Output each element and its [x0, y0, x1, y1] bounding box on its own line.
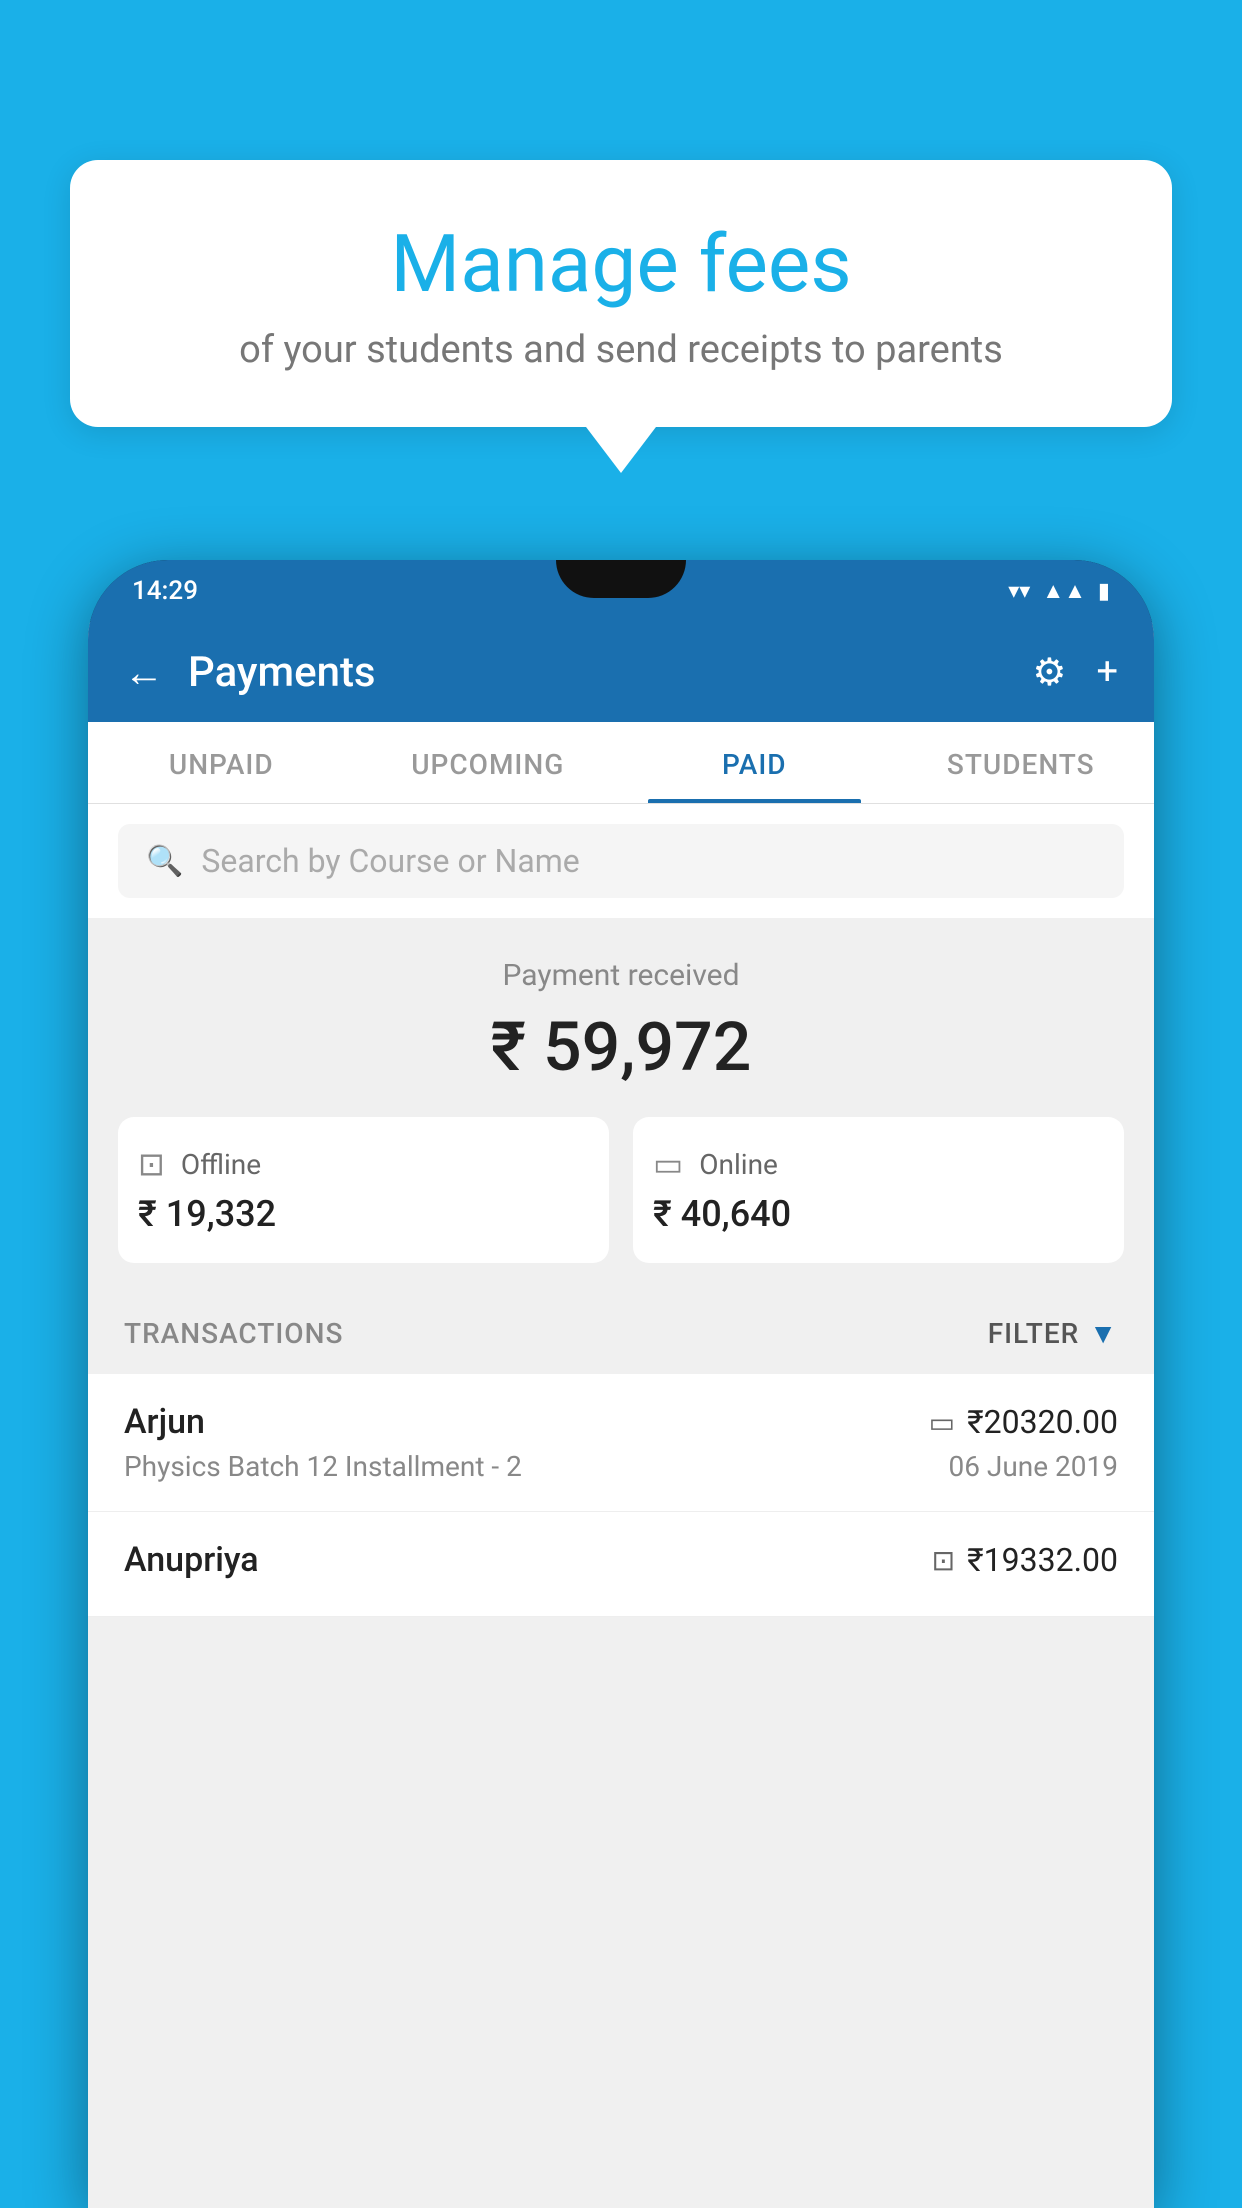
speech-bubble: Manage fees of your students and send re…	[70, 160, 1172, 427]
transaction-item[interactable]: Arjun ▭ ₹20320.00 Physics Batch 12 Insta…	[88, 1374, 1154, 1512]
add-icon[interactable]: +	[1096, 650, 1118, 694]
offline-card: ⊡ Offline ₹ 19,332	[118, 1117, 609, 1263]
offline-icon: ⊡	[138, 1145, 165, 1183]
app-bar: ← Payments ⚙ +	[88, 622, 1154, 722]
cash-payment-icon: ⊡	[932, 1544, 955, 1577]
offline-label: Offline	[181, 1148, 261, 1181]
transaction-item[interactable]: Anupriya ⊡ ₹19332.00	[88, 1512, 1154, 1617]
bubble-title: Manage fees	[120, 220, 1122, 308]
transaction-amount-value: ₹19332.00	[967, 1541, 1118, 1579]
content-area: 🔍 Search by Course or Name Payment recei…	[88, 804, 1154, 2208]
payment-cards: ⊡ Offline ₹ 19,332 ▭ Online ₹ 40,640	[118, 1117, 1124, 1263]
transactions-header: TRANSACTIONS FILTER ▼	[88, 1293, 1154, 1374]
offline-card-header: ⊡ Offline	[138, 1145, 589, 1183]
transaction-list: Arjun ▭ ₹20320.00 Physics Batch 12 Insta…	[88, 1374, 1154, 1617]
transaction-amount: ⊡ ₹19332.00	[932, 1541, 1118, 1579]
signal-icon: ▲▲	[1042, 578, 1086, 604]
filter-icon: ▼	[1089, 1317, 1118, 1350]
tab-bar: UNPAID UPCOMING PAID STUDENTS	[88, 722, 1154, 804]
filter-button[interactable]: FILTER ▼	[988, 1317, 1118, 1350]
search-bar-container: 🔍 Search by Course or Name	[88, 804, 1154, 918]
offline-amount: ₹ 19,332	[138, 1193, 589, 1235]
transaction-name: Anupriya	[124, 1540, 259, 1580]
card-payment-icon: ▭	[929, 1406, 955, 1439]
status-icons: ▾▾ ▲▲ ▮	[1008, 578, 1110, 604]
online-icon: ▭	[653, 1145, 683, 1183]
search-input-wrapper[interactable]: 🔍 Search by Course or Name	[118, 824, 1124, 898]
payment-summary: Payment received ₹ 59,972 ⊡ Offline ₹ 19…	[88, 918, 1154, 1293]
tab-upcoming[interactable]: UPCOMING	[355, 722, 622, 803]
phone-frame: 14:29 ▾▾ ▲▲ ▮ ← Payments ⚙ + UNPAID UPCO…	[88, 560, 1154, 2208]
payment-total-amount: ₹ 59,972	[118, 1007, 1124, 1087]
tab-paid[interactable]: PAID	[621, 722, 888, 803]
transactions-section-label: TRANSACTIONS	[124, 1317, 343, 1350]
transaction-name: Arjun	[124, 1402, 205, 1442]
transaction-amount-value: ₹20320.00	[967, 1403, 1118, 1441]
tab-students[interactable]: STUDENTS	[888, 722, 1155, 803]
app-bar-actions: ⚙ +	[1032, 650, 1118, 695]
filter-label: FILTER	[988, 1317, 1080, 1350]
transaction-date: 06 June 2019	[948, 1450, 1118, 1483]
transaction-row2: Physics Batch 12 Installment - 2 06 June…	[124, 1450, 1118, 1483]
wifi-icon: ▾▾	[1008, 579, 1030, 604]
app-bar-title: Payments	[188, 648, 1008, 697]
search-placeholder: Search by Course or Name	[201, 842, 579, 880]
back-button[interactable]: ←	[124, 649, 164, 696]
phone-screen: ← Payments ⚙ + UNPAID UPCOMING PAID STUD…	[88, 622, 1154, 2208]
transaction-row1: Arjun ▭ ₹20320.00	[124, 1402, 1118, 1442]
online-label: Online	[699, 1148, 778, 1181]
tab-unpaid[interactable]: UNPAID	[88, 722, 355, 803]
battery-icon: ▮	[1098, 579, 1110, 604]
phone-notch	[556, 560, 686, 598]
settings-icon[interactable]: ⚙	[1032, 650, 1066, 695]
online-card: ▭ Online ₹ 40,640	[633, 1117, 1124, 1263]
transaction-row1: Anupriya ⊡ ₹19332.00	[124, 1540, 1118, 1580]
transaction-amount: ▭ ₹20320.00	[929, 1403, 1118, 1441]
payment-received-label: Payment received	[118, 958, 1124, 993]
online-amount: ₹ 40,640	[653, 1193, 1104, 1235]
online-card-header: ▭ Online	[653, 1145, 1104, 1183]
search-icon: 🔍	[146, 844, 183, 879]
bubble-subtitle: of your students and send receipts to pa…	[120, 328, 1122, 372]
transaction-course: Physics Batch 12 Installment - 2	[124, 1450, 522, 1483]
status-time: 14:29	[132, 576, 198, 606]
